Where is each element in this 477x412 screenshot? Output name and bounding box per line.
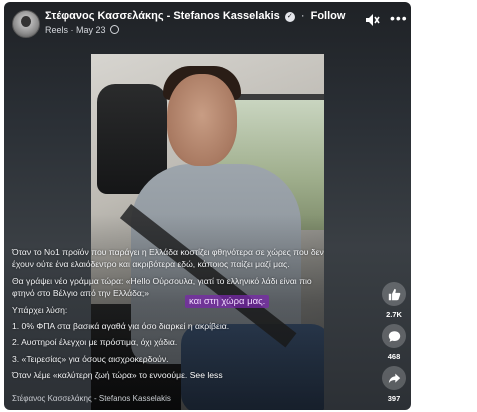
author-name[interactable]: Στέφανος Κασσελάκης - Stefanos Kasselaki…	[45, 10, 280, 22]
caption-paragraph: Θα γράψει νέο γράμμα τώρα: «Hello Ούρσου…	[12, 275, 312, 299]
caption-closing-text: Όταν λέμε «καλύτερη ζωή τώρα» το εννοούμ…	[12, 370, 188, 381]
share-action[interactable]: 397	[376, 366, 411, 403]
caption-closing: Όταν λέμε «καλύτερη ζωή τώρα» το εννοούμ…	[12, 369, 330, 381]
like-icon	[388, 288, 400, 300]
share-icon	[388, 373, 400, 383]
caption-item: 2. Αυστηροί έλεγχοι με πρόστιμα, όχι χάδ…	[12, 337, 178, 348]
post-date[interactable]: May 23	[76, 25, 106, 35]
avatar[interactable]	[12, 10, 40, 38]
comment-count: 468	[387, 352, 401, 361]
reel-header: Στέφανος Κασσελάκης - Stefanos Kasselaki…	[12, 8, 345, 38]
mute-icon[interactable]	[364, 12, 380, 28]
follow-button[interactable]: Follow	[311, 10, 346, 22]
share-count: 397	[387, 394, 401, 403]
section-label[interactable]: Reels	[45, 25, 68, 35]
caption-item: 1. 0% ΦΠΑ στα βασικά αγαθά για όσο διαρκ…	[12, 321, 230, 332]
comment-button[interactable]	[382, 324, 406, 348]
caption-heading: Υπάρχει λύση:	[12, 304, 68, 315]
separator-dot: ·	[300, 10, 305, 22]
footer-author[interactable]: Στέφανος Κασσελάκης - Stefanos Kasselaki…	[12, 394, 171, 403]
caption-item: 3. «Τειρεσίας» για όσους αισχροκερδούν.	[12, 353, 169, 364]
share-button[interactable]	[382, 366, 406, 390]
verified-icon: ✓	[284, 12, 295, 22]
post-meta: Reels · May 23	[45, 25, 120, 35]
like-button[interactable]	[382, 282, 406, 306]
see-less-link[interactable]: See less	[190, 370, 223, 380]
like-count: 2.7K	[386, 310, 402, 319]
globe-icon	[110, 25, 120, 34]
caption-paragraph: Όταν το Νο1 προϊόν που παράγει η Ελλάδα …	[12, 247, 324, 270]
comment-icon	[388, 330, 400, 342]
like-action[interactable]: 2.7K	[376, 282, 411, 319]
more-icon[interactable]: •••	[390, 10, 408, 26]
comment-action[interactable]: 468	[376, 324, 411, 361]
author-line: Στέφανος Κασσελάκης - Stefanos Kasselaki…	[45, 10, 345, 22]
post-caption: Όταν το Νο1 προϊόν που παράγει η Ελλάδα …	[12, 246, 330, 386]
reel-card: Στέφανος Κασσελάκης - Stefanos Kasselaki…	[4, 2, 411, 410]
